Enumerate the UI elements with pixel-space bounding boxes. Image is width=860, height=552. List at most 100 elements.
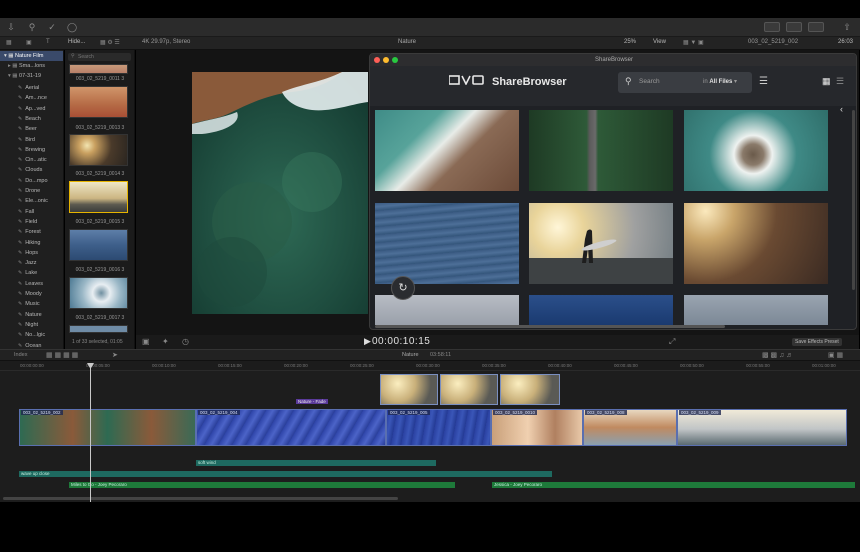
clip-thumbnail[interactable] [69, 229, 128, 261]
sb-search-input[interactable]: ⚲ Search in All Files ▾ [618, 72, 752, 93]
search-placeholder: Search [78, 54, 94, 60]
timeline-clip[interactable]: 003_02_5219_009 [677, 409, 847, 446]
audio-clip[interactable]: wave up close [19, 471, 552, 477]
ruler-tick: 00:00:10:00 [152, 363, 176, 368]
index-button[interactable]: Index [14, 352, 27, 358]
save-effects-preset-button[interactable]: Save Effects Preset [792, 338, 842, 346]
search-input[interactable]: ⚲ Search [68, 53, 131, 61]
ruler-tick: 00:00:20:00 [284, 363, 308, 368]
photos-icon[interactable]: ▣ [26, 39, 32, 46]
transform-icon[interactable]: ▣ [142, 337, 150, 346]
asset-tile[interactable] [529, 203, 673, 284]
clip-thumbnail[interactable] [69, 277, 128, 309]
libraries-icon[interactable]: ▦ [6, 39, 12, 46]
libraries-sidebar: ▾ ▦ Nature Film ▸ ▦ Sma...lons ▾ ▦ 07-31… [0, 50, 64, 349]
timeline-toolbar: Index ▦ ▦ ▦ ▦ ➤ Nature 03:58:11 ▩ ▩ ♫ ♬ … [0, 349, 860, 361]
viewer-title: Nature [398, 39, 417, 45]
viewer-frame [192, 72, 368, 314]
audio-icons[interactable]: ▩ ▩ ♫ ♬ [762, 351, 793, 359]
transition-label[interactable]: Nature - Fade [296, 399, 328, 404]
main-toolbar: ⇩ ⚲ ✓ ◯ ⇧ [0, 18, 860, 37]
inspector-clip-name: 003_02_5219_002 [748, 39, 799, 45]
list-view-icon[interactable]: ☰ [836, 76, 844, 87]
connected-clip[interactable] [500, 374, 560, 405]
minimize-button[interactable] [383, 57, 389, 63]
library-item[interactable]: ▾ ▦ Nature Film [0, 51, 63, 61]
chevron-left-icon[interactable]: ‹ [840, 104, 843, 114]
search-scope-dropdown[interactable]: in All Files ▾ [703, 78, 737, 85]
playhead[interactable] [90, 363, 91, 502]
ruler-tick: 00:00:50:00 [680, 363, 704, 368]
timeline-clip[interactable]: 003_02_5219_0010 [491, 409, 583, 446]
appearance-icons[interactable]: ▣ ▦ [828, 351, 843, 359]
layout-button-2[interactable] [786, 22, 802, 32]
asset-tile[interactable] [684, 203, 828, 284]
titles-icon[interactable]: T [46, 39, 50, 45]
clip-thumbnail[interactable] [69, 86, 128, 118]
clip-appearance-icon[interactable]: ▦ ⚙ ☰ [100, 39, 120, 46]
asset-tile[interactable] [375, 295, 519, 325]
timeline-scrollbar[interactable] [3, 497, 398, 500]
audio-clip[interactable]: Jessica - Joey Pecoraro [492, 482, 855, 488]
filter-settings-icon[interactable]: ☰ [759, 76, 768, 87]
grid-view-icon[interactable]: ▦ [822, 76, 831, 87]
clip-name: 003_02_5219_0010 [493, 410, 538, 415]
smart-collections[interactable]: ▸ ▦ Sma...lons [0, 61, 63, 71]
inspector-time: 26:03 [838, 39, 854, 45]
zoom-button[interactable] [392, 57, 398, 63]
clip-thumbnail[interactable] [69, 134, 128, 166]
share-export-icon[interactable]: ⇧ [841, 21, 853, 33]
timecode-display: 00:00:10:15 [372, 336, 431, 347]
asset-tile[interactable] [375, 110, 519, 191]
search-icon: ⚲ [71, 53, 75, 59]
event-item[interactable]: ▾ ▦ 07-31-19 [0, 71, 63, 81]
audio-clip[interactable]: Miles to Go - Joey Pecoraro [69, 482, 455, 488]
refresh-icon[interactable]: ↻ [391, 276, 415, 300]
clip-thumbnail[interactable] [69, 64, 128, 74]
connect-icon[interactable]: ▦ ▦ ▦ ▦ [46, 351, 78, 359]
connected-clip[interactable] [440, 374, 498, 405]
search-icon: ⚲ [625, 76, 632, 86]
clip-thumbnail[interactable] [69, 325, 128, 333]
asset-tile[interactable] [684, 110, 828, 191]
asset-tile[interactable] [529, 295, 673, 325]
vertical-scrollbar[interactable] [852, 110, 855, 290]
ruler-tick: 00:00:25:00 [350, 363, 374, 368]
enhance-icon[interactable]: ✦ [162, 337, 169, 346]
ruler-tick: 00:00:15:00 [218, 363, 242, 368]
clip-name: 003_02_5219_005 [388, 410, 430, 415]
clip-thumbnail-selected[interactable] [69, 181, 128, 213]
key-icon[interactable]: ⚲ [26, 21, 38, 33]
horizontal-scrollbar[interactable] [375, 325, 725, 328]
select-tool-icon[interactable]: ➤ [112, 351, 118, 359]
timeline-clip[interactable]: 003_02_5219_004 [196, 409, 386, 446]
speed-icon[interactable]: ◷ [182, 337, 189, 346]
zoom-dropdown[interactable]: 25% [624, 39, 636, 45]
timeline-clip[interactable]: 003_02_5219_008 [583, 409, 677, 446]
check-icon[interactable]: ✓ [46, 21, 58, 33]
format-label: 4K 29.97p, Stereo [142, 39, 191, 45]
ruler-tick: 00:00:40:00 [548, 363, 572, 368]
asset-tile[interactable] [684, 295, 828, 325]
play-button[interactable]: ▶ [364, 336, 371, 347]
layout-button-3[interactable] [808, 22, 824, 32]
fullscreen-icon[interactable]: ⤢ [669, 337, 675, 347]
clip-name: 003_02_5219_008 [585, 410, 627, 415]
asset-tile[interactable] [529, 110, 673, 191]
inspector-icons[interactable]: ▦ ▼ ▣ [683, 39, 704, 46]
view-dropdown[interactable]: View [653, 39, 666, 45]
timeline-clip[interactable]: 003_02_5219_002 [19, 409, 196, 446]
timeline: Nature - Fade 003_02_5219_002 003_02_521… [0, 371, 860, 502]
hide-rejected-dropdown[interactable]: Hide... [68, 39, 85, 45]
timeline-clip[interactable]: 003_02_5219_005 [386, 409, 491, 446]
project-name: Nature [402, 352, 419, 358]
layout-button-1[interactable] [764, 22, 780, 32]
sharebrowser-header [370, 66, 856, 106]
share-icon[interactable]: ◯ [66, 21, 78, 33]
import-icon[interactable]: ⇩ [5, 21, 17, 33]
audio-clip[interactable]: soft wind [196, 460, 436, 466]
close-button[interactable] [374, 57, 380, 63]
connected-clip[interactable] [380, 374, 438, 405]
asset-tile[interactable] [375, 203, 519, 284]
clip-label: 003_02_5219_0017 3 [75, 315, 125, 321]
